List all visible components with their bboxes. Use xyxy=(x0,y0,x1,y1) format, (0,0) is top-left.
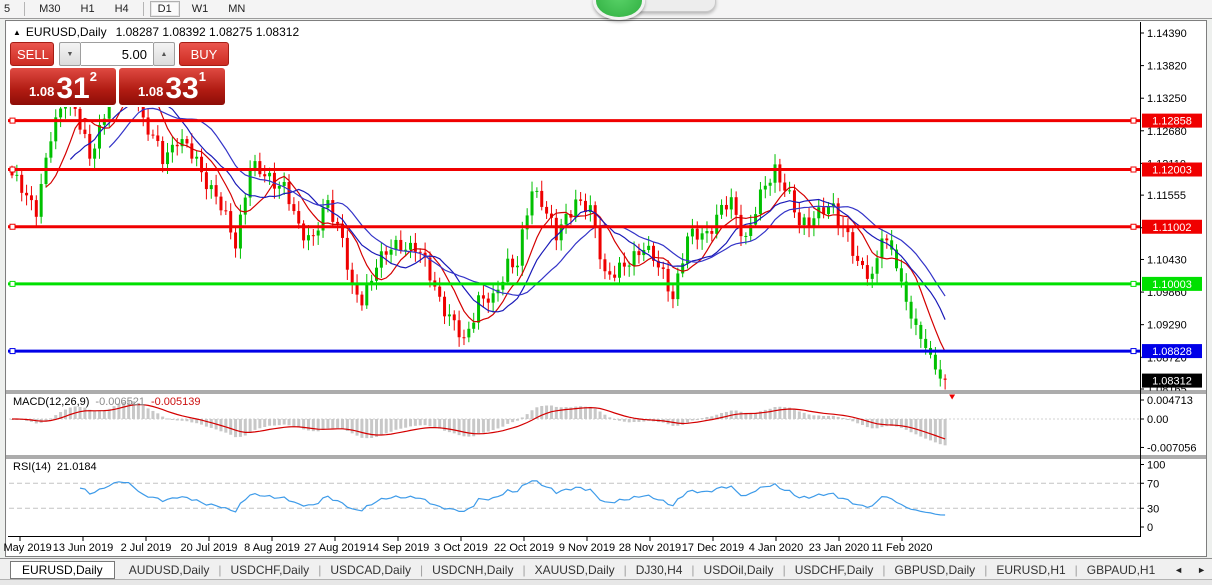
chart-ohlc-quote: 1.08287 1.08392 1.08275 1.08312 xyxy=(115,25,300,39)
chart-tabs-bar: EURUSD,Daily AUDUSD,Daily | USDCHF,Daily | US… xyxy=(0,558,1212,580)
sell-price-big: 31 xyxy=(56,72,90,105)
tab-scroll-right-icon[interactable]: ► xyxy=(1197,565,1206,575)
chart-tab-usdoil-daily[interactable]: USDOil,Daily xyxy=(695,562,783,578)
buy-price-small: 1.08 xyxy=(138,84,164,99)
toolbar-separator xyxy=(142,2,144,16)
chart-tab-gbpaud-h1[interactable]: GBPAUD,H1 xyxy=(1078,562,1164,578)
chart-symbol: EURUSD,Daily xyxy=(25,25,107,39)
timeframe-button-H1[interactable]: H1 xyxy=(73,1,103,17)
buy-button[interactable]: BUY xyxy=(179,42,229,66)
sell-button[interactable]: SELL xyxy=(10,42,54,66)
chart-tab-eurusd-h1[interactable]: EURUSD,H1 xyxy=(987,562,1074,578)
status-strip xyxy=(0,579,1212,585)
chart-tab-gbpusd-daily[interactable]: GBPUSD,Daily xyxy=(886,562,985,578)
chart-tab-usdcnh-daily[interactable]: USDCNH,Daily xyxy=(423,562,522,578)
rsi-value: 21.0184 xyxy=(56,461,97,473)
chart-tab-eurusd-daily[interactable]: EURUSD,Daily xyxy=(10,560,115,579)
toolbar-separator xyxy=(24,2,26,16)
chart-tab-xauusd-daily[interactable]: XAUUSD,Daily xyxy=(526,562,624,578)
chart-tab-usdcad-daily[interactable]: USDCAD,Daily xyxy=(321,562,420,578)
volume-input[interactable] xyxy=(81,42,153,66)
one-click-trading-panel: SELL ▼ ▲ BUY 1.08 31 2 1.08 33 1 xyxy=(10,42,229,107)
buy-price-box[interactable]: 1.08 33 1 xyxy=(119,68,225,105)
rsi-label: RSI(14) 21.0184 xyxy=(13,461,97,473)
volume-increase-button[interactable]: ▲ xyxy=(153,42,175,66)
chart-tab-audusd-daily[interactable]: AUDUSD,Daily xyxy=(120,562,219,578)
macd-label: MACD(12,26,9) -0.006521 -0.005139 xyxy=(13,396,201,408)
buy-price-big: 33 xyxy=(165,72,199,105)
sell-price-small: 1.08 xyxy=(29,84,55,99)
chart-tab-dj30-h4[interactable]: DJ30,H4 xyxy=(627,562,692,578)
timeframe-button-M30[interactable]: M30 xyxy=(31,1,68,17)
macd-value: -0.006521 xyxy=(95,396,145,408)
sell-price-box[interactable]: 1.08 31 2 xyxy=(10,68,116,105)
timeframe-button-H4[interactable]: H4 xyxy=(107,1,137,17)
timeframe-button-MN[interactable]: MN xyxy=(220,1,253,17)
timeframe-button-5[interactable]: 5 xyxy=(0,1,18,17)
timeframe-button-D1[interactable]: D1 xyxy=(149,1,180,17)
volume-decrease-button[interactable]: ▼ xyxy=(59,42,81,66)
tab-scroll-left-icon[interactable]: ◄ xyxy=(1174,565,1183,575)
tab-scroll-arrows: ◄ ► xyxy=(1174,565,1206,575)
timeframe-button-W1[interactable]: W1 xyxy=(184,1,217,17)
chart-tab-usdchf-daily[interactable]: USDCHF,Daily xyxy=(222,562,319,578)
buy-price-sup: 1 xyxy=(198,69,206,84)
collapse-arrow-icon[interactable]: ▲ xyxy=(13,28,21,37)
macd-signal-value: -0.005139 xyxy=(150,396,201,408)
chart-tab-usdchf-daily[interactable]: USDCHF,Daily xyxy=(786,562,883,578)
chart-title: ▲ EURUSD,Daily 1.08287 1.08392 1.08275 1.0… xyxy=(13,25,299,39)
sell-price-sup: 2 xyxy=(89,69,97,84)
